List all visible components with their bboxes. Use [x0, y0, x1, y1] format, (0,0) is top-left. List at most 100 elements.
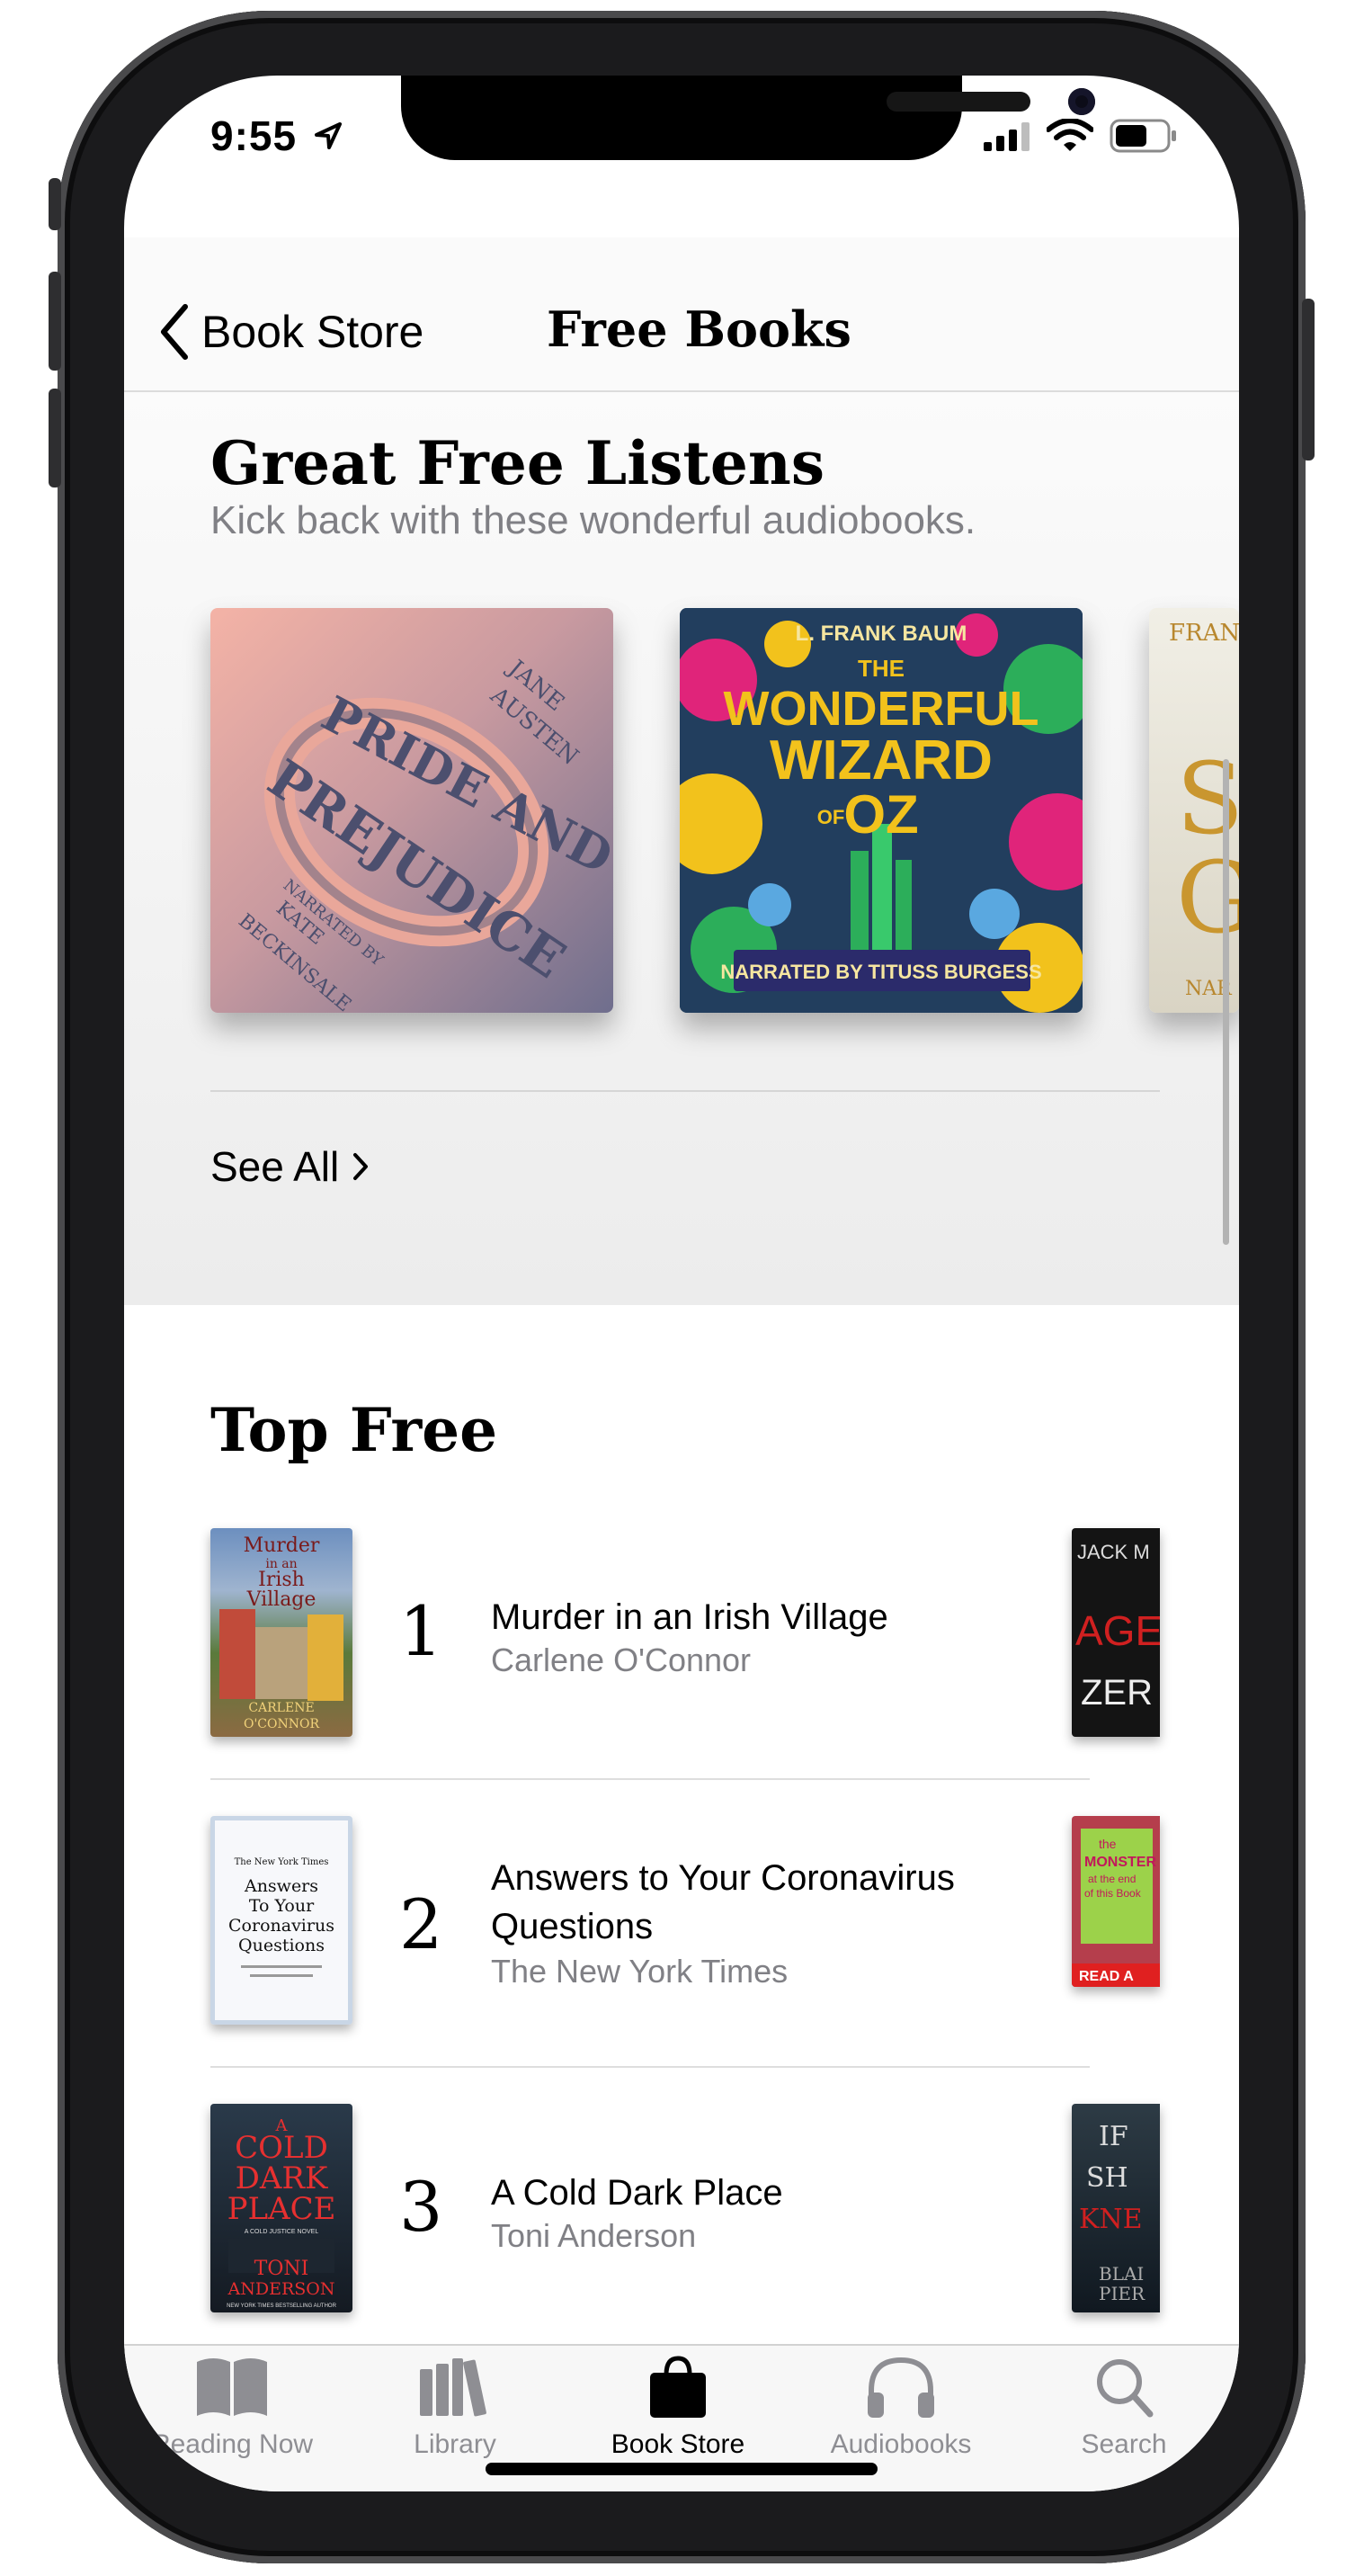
chevron-right-icon — [353, 1153, 369, 1180]
row-divider — [210, 1778, 1090, 1780]
cover-line: Village — [246, 1588, 316, 1611]
back-button-label: Book Store — [201, 307, 424, 357]
cover-line: KNE — [1079, 2204, 1143, 2235]
book-title: Answers to Your Coronavirus Questions — [491, 1858, 955, 1946]
volume-up-button — [49, 272, 61, 371]
volume-down-button — [49, 389, 61, 487]
screen: 9:55 Book Store Free Books Great Free Li… — [124, 76, 1239, 2491]
cover-line: SH — [1086, 2162, 1128, 2194]
front-camera — [1068, 88, 1095, 115]
speaker-grille — [887, 92, 1030, 112]
home-indicator[interactable] — [486, 2463, 878, 2475]
notch — [401, 76, 1095, 160]
cover-line: Questions — [238, 1936, 325, 1955]
tab-book-store[interactable]: Book Store — [570, 2355, 786, 2460]
cover-line: ZER — [1081, 1673, 1153, 1713]
row-divider — [210, 2066, 1090, 2068]
tab-label: Book Store — [611, 2429, 745, 2459]
see-all-label: See All — [210, 1143, 340, 1190]
cover-line: MONSTER — [1084, 1855, 1156, 1870]
tab-reading-now[interactable]: Reading Now — [124, 2355, 340, 2460]
cover-line: of this Book — [1084, 1887, 1142, 1900]
book-cover-peek[interactable]: the MONSTER at the end of this Book READ… — [1072, 1816, 1160, 1987]
cover-line: L. FRANK BAUM — [796, 622, 967, 646]
book-cover: Murder in an Irish Village CARLENE O'CON… — [210, 1528, 352, 1737]
section-subtitle: Kick back with these wonderful audiobook… — [210, 498, 976, 542]
cover-line: PIER — [1099, 2283, 1146, 2304]
cover-line: G — [1176, 840, 1239, 955]
cellular-signal-icon — [984, 122, 1030, 151]
book-author: The New York Times — [491, 1953, 789, 1990]
book-author: Toni Anderson — [491, 2217, 697, 2254]
cover-line: PLACE — [227, 2191, 336, 2227]
mute-switch — [49, 178, 61, 230]
wifi-icon — [1047, 119, 1093, 151]
cover-line: NARRATED BY TITUSS BURGESS — [720, 961, 1041, 983]
ring-illustration: PRIDE AND PREJUDICE JANE AUSTEN NARRATED… — [234, 653, 613, 1013]
book-title: Murder in an Irish Village — [491, 1597, 888, 1637]
book-open-icon — [197, 2358, 267, 2416]
top-free-section: Top Free Murder in an Irish Village CARL… — [124, 1305, 1239, 2344]
see-all-button[interactable]: See All — [210, 1142, 370, 1191]
cover-line: FRAN — [1169, 620, 1239, 647]
cover-line: NEW YORK TIMES BESTSELLING AUTHOR — [227, 2303, 336, 2309]
rank-number: 1 — [399, 1591, 443, 1671]
oz-illustration: L. FRANK BAUM THE WONDERFUL WIZARD OF OZ… — [680, 608, 1083, 1013]
tab-audiobooks[interactable]: Audiobooks — [793, 2355, 1009, 2460]
cover-line: READ A — [1079, 1969, 1134, 1984]
tab-label: Library — [414, 2429, 496, 2459]
great-free-listens-section: Great Free Listens Kick back with these … — [124, 392, 1239, 1305]
cover-line: A COLD JUSTICE NOVEL — [245, 2229, 319, 2235]
battery-icon — [1110, 119, 1176, 153]
book-cover-peek[interactable]: JACK M AGE ZER — [1072, 1528, 1160, 1737]
shopping-bag-icon — [650, 2356, 706, 2418]
cover-line: JACK M — [1077, 1541, 1150, 1563]
section-title: Top Free — [210, 1395, 498, 1465]
navigation-bar: Book Store Free Books — [124, 237, 1239, 392]
tab-label: Audiobooks — [830, 2429, 972, 2459]
book-cover: A COLD DARK PLACE A COLD JUSTICE NOVEL T… — [210, 2104, 352, 2312]
book-cover: The New York Times Answers To Your Coron… — [210, 1816, 352, 2025]
audiobook-cover-pride-and-prejudice[interactable]: PRIDE AND PREJUDICE JANE AUSTEN NARRATED… — [210, 608, 613, 1013]
cover-line: CARLENE — [248, 1701, 314, 1715]
book-title: A Cold Dark Place — [491, 2173, 783, 2213]
book-cover-peek[interactable]: IF SH KNE BLAI PIER — [1072, 2104, 1160, 2312]
cover-line: the — [1099, 1837, 1117, 1851]
cover-line: Answers — [244, 1876, 318, 1896]
cover-line: Coronavirus — [228, 1916, 334, 1936]
cover-line: To Your — [249, 1896, 315, 1916]
section-divider — [210, 1090, 1160, 1092]
scroll-indicator[interactable] — [1223, 759, 1229, 1245]
cover-line: The New York Times — [235, 1857, 329, 1867]
cover-line: Murder — [244, 1534, 320, 1557]
power-button — [1302, 299, 1315, 461]
tab-search[interactable]: Search — [1016, 2355, 1232, 2460]
chevron-left-icon — [161, 304, 188, 360]
section-title: Great Free Listens — [210, 428, 825, 498]
cover-line: OF — [817, 806, 845, 828]
cover-line: WONDERFUL — [724, 682, 1039, 736]
tab-library[interactable]: Library — [347, 2355, 563, 2460]
page-title: Free Books — [547, 300, 851, 358]
cover-line: THE — [858, 655, 905, 682]
cover-line: AGE — [1075, 1607, 1160, 1654]
status-time: 9:55 — [210, 112, 298, 159]
magnifier-icon — [1097, 2359, 1154, 2418]
cover-line: at the end — [1088, 1873, 1136, 1885]
cover-line: ANDERSON — [227, 2279, 335, 2299]
headphones-icon — [868, 2357, 934, 2418]
cover-line: BLAI — [1099, 2263, 1144, 2285]
audiobook-cover-wizard-of-oz[interactable]: L. FRANK BAUM THE WONDERFUL WIZARD OF OZ… — [680, 608, 1083, 1013]
cover-line: WIZARD — [770, 729, 993, 792]
book-author: Carlene O'Connor — [491, 1641, 752, 1678]
rank-number: 2 — [399, 1884, 443, 1964]
cover-line: OZ — [843, 784, 918, 845]
cover-line: S — [1176, 741, 1239, 856]
location-arrow-icon — [315, 122, 342, 149]
rank-number: 3 — [399, 2167, 443, 2247]
back-button[interactable]: Book Store — [158, 300, 423, 363]
cover-line: TONI — [254, 2258, 309, 2280]
library-icon — [420, 2358, 486, 2417]
tab-label: Reading Now — [150, 2429, 314, 2459]
cover-line: IF — [1099, 2121, 1128, 2152]
